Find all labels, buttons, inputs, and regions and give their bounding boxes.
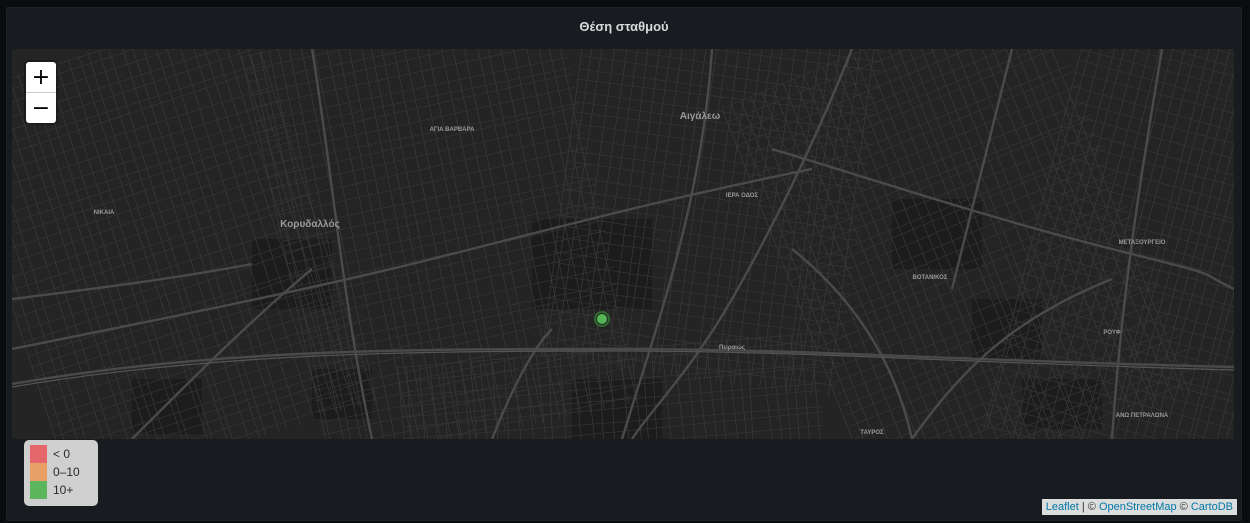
panel-title: Θέση σταθμού (579, 18, 669, 34)
legend-item: 10+ (30, 481, 92, 499)
attribution-separator: © (1176, 501, 1191, 513)
station-marker (597, 314, 607, 324)
map-place-label: ΙΕΡΑ ΟΔΟΣ (726, 193, 759, 199)
map-place-label: ΜΕΤΑΞΟΥΡΓΕΙΟ (1119, 240, 1166, 246)
zoom-control: + − (26, 62, 56, 123)
map-place-label: ΤΑΥΡΟΣ (860, 430, 884, 436)
legend-swatch (30, 445, 47, 463)
attribution-separator: | © (1078, 501, 1099, 513)
legend-label: 10+ (53, 483, 74, 497)
map-canvas[interactable]: Αιγάλεω Κορυδαλλός ΑΓΙΑ ΒΑΡΒΑΡΑ ΝΙΚΑΙΑ ΙΕΡΑ … (12, 49, 1234, 439)
map-place-label: Αιγάλεω (680, 111, 721, 122)
map-place-label: ΑΝΩ ΠΕΤΡΑΛΩΝΑ (1116, 413, 1169, 419)
carto-link[interactable]: CartoDB (1191, 501, 1233, 513)
legend-swatch (30, 463, 47, 481)
map-attribution: Leaflet | © OpenStreetMap © CartoDB (1041, 499, 1237, 515)
map-place-label: ΡΟΥΦ (1103, 330, 1120, 336)
map-place-label: Πειραιώς (719, 345, 745, 351)
legend: < 0 0–10 10+ (24, 440, 98, 506)
zoom-in-button[interactable]: + (26, 62, 56, 92)
legend-label: 0–10 (53, 465, 80, 479)
legend-label: < 0 (53, 447, 71, 461)
map-place-label: ΝΙΚΑΙΑ (94, 210, 115, 216)
map-place-label: ΒΟΤΑΝΙΚΟΣ (913, 275, 948, 281)
legend-item: < 0 (30, 445, 92, 463)
legend-item: 0–10 (30, 463, 92, 481)
legend-swatch (30, 481, 47, 499)
osm-link[interactable]: OpenStreetMap (1099, 501, 1177, 513)
map-panel: Θέση σταθμού Αιγάλεω Κορυδαλλός ΑΓΙΑ ΒΑΡΒΑ… (6, 7, 1242, 521)
leaflet-link[interactable]: Leaflet (1046, 501, 1079, 513)
map-place-label: ΑΓΙΑ ΒΑΡΒΑΡΑ (430, 127, 475, 133)
zoom-out-button[interactable]: − (26, 92, 56, 123)
map-place-label: Κορυδαλλός (280, 219, 340, 230)
map-tiles[interactable]: Αιγάλεω Κορυδαλλός ΑΓΙΑ ΒΑΡΒΑΡΑ ΝΙΚΑΙΑ ΙΕΡΑ … (12, 49, 1234, 439)
map-block (532, 219, 652, 309)
